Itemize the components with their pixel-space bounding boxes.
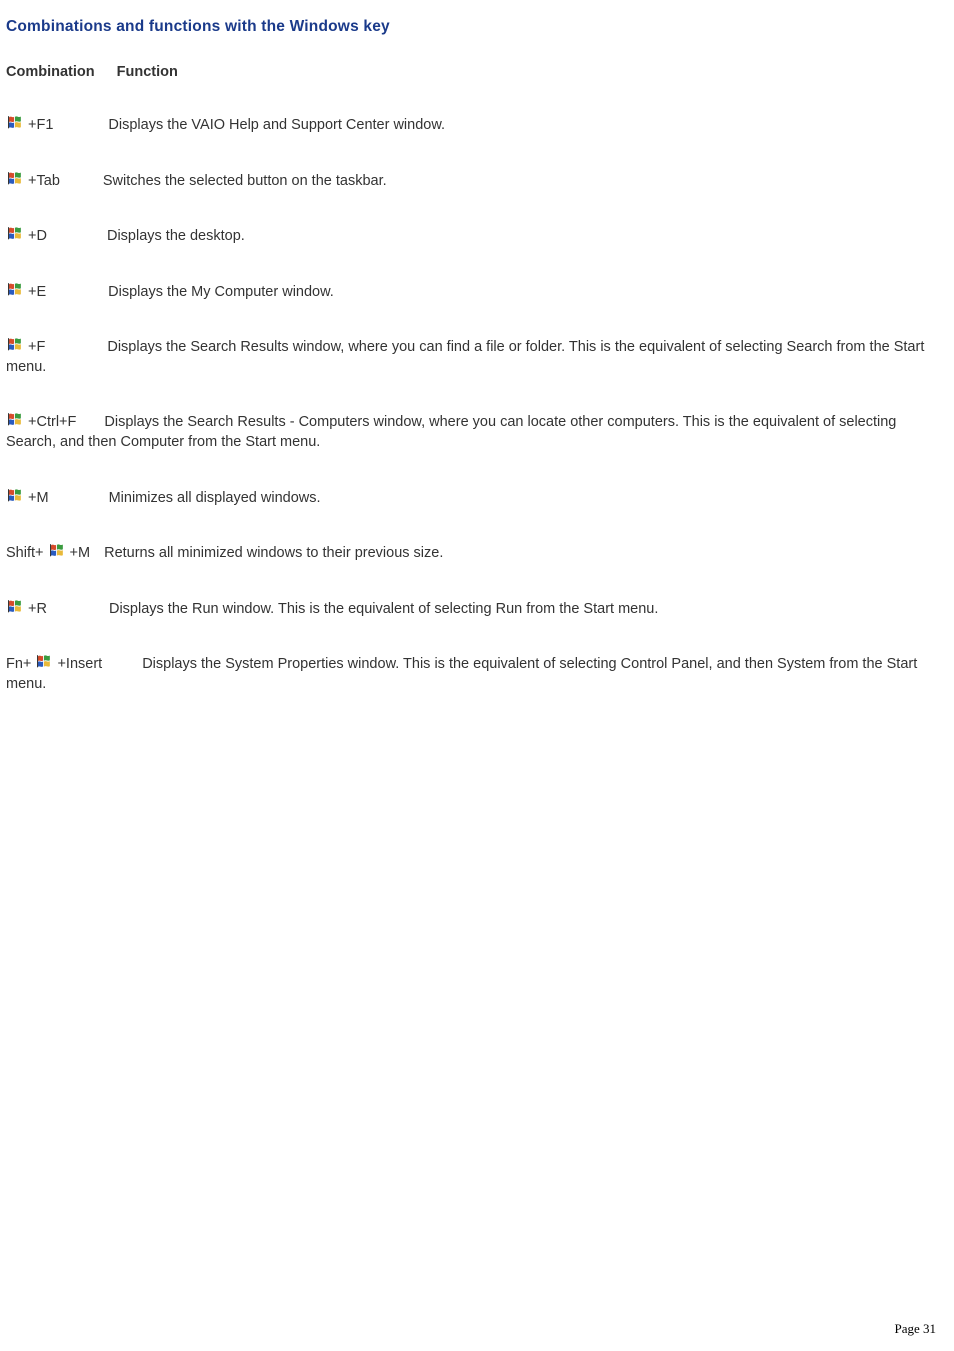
key-suffix: +Tab: [28, 173, 60, 189]
key-prefix: Shift+: [6, 545, 48, 561]
windows-key-icon: [6, 281, 24, 299]
function-cell: Displays the Run window. This is the equ…: [109, 601, 658, 617]
shortcut-row: Fn+ +InsertDisplays the System Propertie…: [6, 653, 948, 694]
combination-cell: +D: [6, 228, 47, 244]
shortcut-row: +R Displays the Run window. This is the e…: [6, 598, 948, 620]
function-cell: Minimizes all displayed windows.: [109, 490, 321, 506]
page-footer: Page 31: [894, 1321, 936, 1337]
shortcut-list: +F1 Displays the VAIO Help and Support Ce…: [6, 114, 948, 694]
key-suffix: +R: [28, 601, 47, 617]
windows-key-icon: [6, 336, 24, 354]
windows-key-icon: [48, 542, 66, 560]
key-suffix: +M: [28, 490, 49, 506]
windows-key-icon: [6, 170, 24, 188]
key-suffix: +M: [70, 545, 91, 561]
shortcut-row: +M Minimizes all displayed windows.: [6, 487, 948, 509]
windows-key-icon: [6, 114, 24, 132]
key-suffix: +Ctrl+F: [28, 414, 76, 430]
combination-cell: +F1: [6, 117, 53, 133]
combination-cell: +Tab: [6, 173, 60, 189]
key-suffix: +E: [28, 284, 46, 300]
combination-cell: +F: [6, 339, 45, 355]
function-cell: Displays the VAIO Help and Support Cente…: [108, 117, 445, 133]
shortcut-row: +Ctrl+FDisplays the Search Results - Com…: [6, 411, 948, 452]
function-cell: Displays the desktop.: [107, 228, 245, 244]
function-cell: Displays the System Properties window. T…: [6, 656, 917, 692]
function-cell: Displays the Search Results window, wher…: [6, 339, 924, 375]
combination-cell: Shift+ +M: [6, 545, 90, 561]
combination-cell: +E: [6, 284, 46, 300]
combination-cell: +R: [6, 601, 47, 617]
key-suffix: +D: [28, 228, 47, 244]
shortcut-row: +E Displays the My Computer window.: [6, 281, 948, 303]
windows-key-icon: [6, 411, 24, 429]
header-combination: Combination: [6, 64, 95, 80]
shortcut-row: +Tab Switches the selected button on the …: [6, 170, 948, 192]
key-suffix: +F1: [28, 117, 53, 133]
windows-key-icon: [35, 653, 53, 671]
shortcut-row: Shift+ +M Returns all minimized windows t…: [6, 542, 948, 564]
combination-cell: Fn+ +Insert: [6, 656, 102, 672]
shortcut-row: +FDisplays the Search Results window, wh…: [6, 336, 948, 377]
windows-key-icon: [6, 598, 24, 616]
table-header: Combination Function: [6, 64, 948, 80]
shortcut-row: +F1 Displays the VAIO Help and Support Ce…: [6, 114, 948, 136]
shortcut-row: +D Displays the desktop.: [6, 225, 948, 247]
combination-cell: +M: [6, 490, 49, 506]
function-cell: Displays the My Computer window.: [108, 284, 334, 300]
function-cell: Switches the selected button on the task…: [103, 173, 387, 189]
key-prefix: Fn+: [6, 656, 35, 672]
key-suffix: +Insert: [57, 656, 102, 672]
page-title: Combinations and functions with the Wind…: [6, 18, 948, 36]
combination-cell: +Ctrl+F: [6, 414, 76, 430]
windows-key-icon: [6, 487, 24, 505]
function-cell: Displays the Search Results - Computers …: [6, 414, 896, 450]
header-function: Function: [117, 64, 178, 80]
windows-key-icon: [6, 225, 24, 243]
function-cell: Returns all minimized windows to their p…: [104, 545, 443, 561]
key-suffix: +F: [28, 339, 45, 355]
